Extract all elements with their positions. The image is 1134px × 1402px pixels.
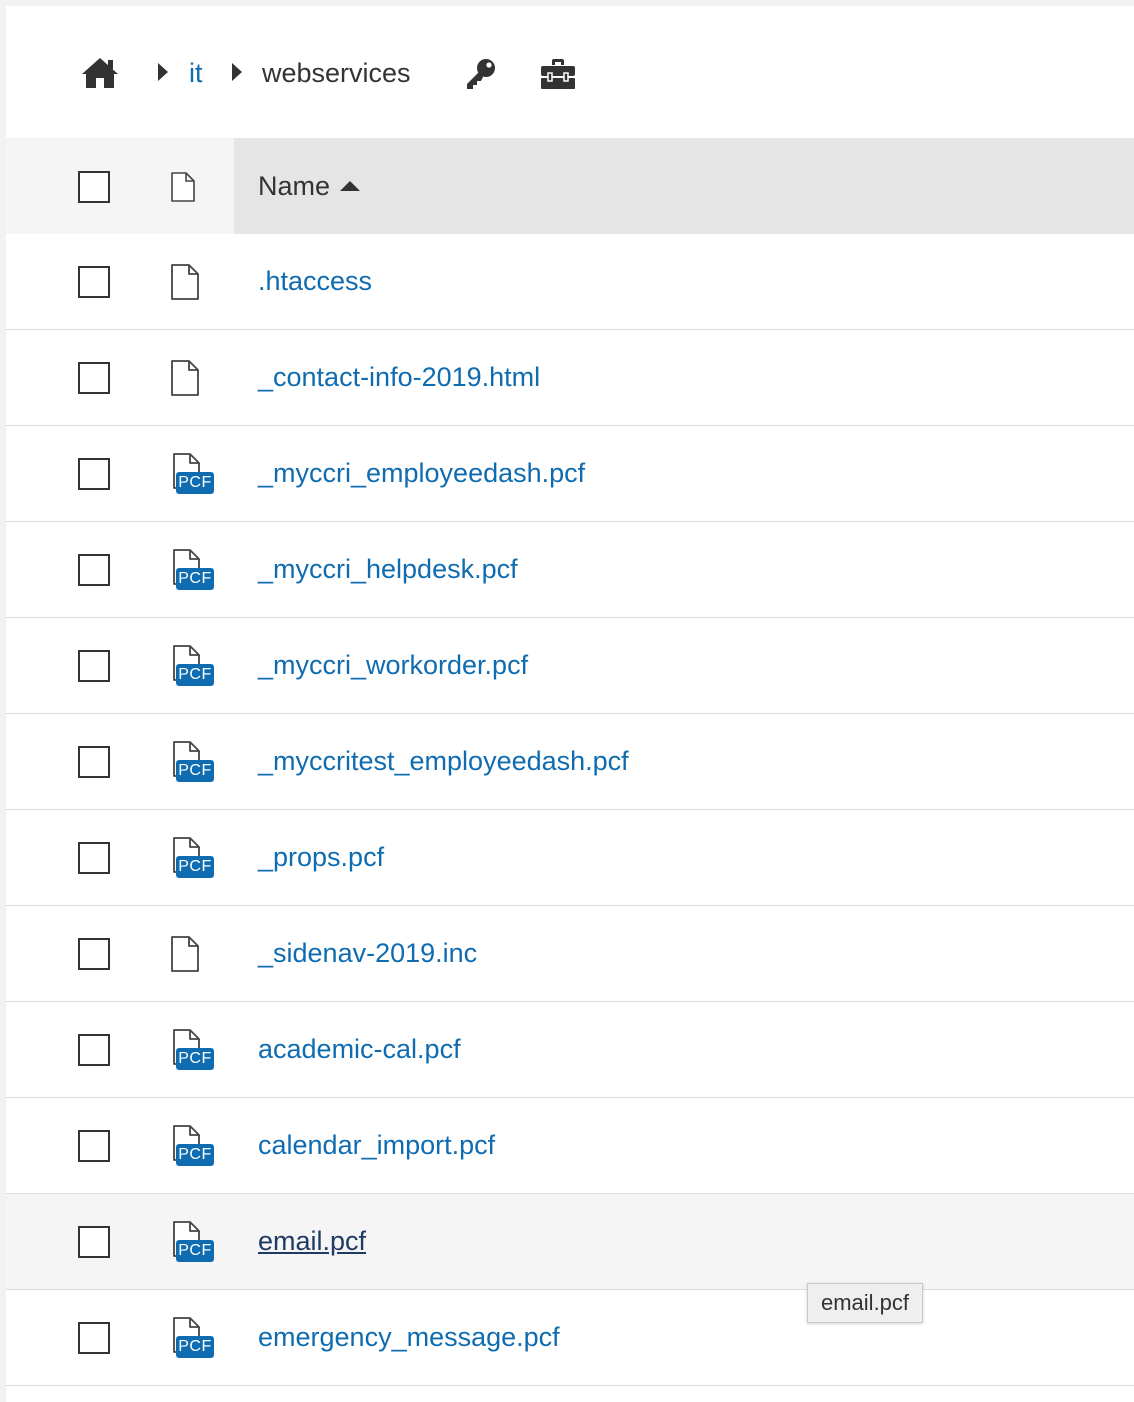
row-checkbox[interactable] [78,1322,110,1354]
table-row[interactable]: PCF academic-cal.pcf [6,1002,1134,1098]
file-name-link[interactable]: _myccri_employeedash.pcf [258,456,585,490]
pcf-file-icon: PCF [166,740,216,786]
row-checkbox[interactable] [78,1034,110,1066]
table-row[interactable]: PCF emergency_message.pcf [6,1290,1134,1386]
file-list: .htaccess _contact-info-2019.html PCF _mycc… [6,234,1134,1386]
row-checkbox[interactable] [78,1130,110,1162]
file-name-link[interactable]: .htaccess [258,264,372,298]
name-column-header[interactable]: Name [234,138,1134,234]
pcf-file-icon: PCF [166,1028,216,1074]
breadcrumb-current-folder: webservices [262,58,411,88]
table-row[interactable]: PCF _myccri_workorder.pcf [6,618,1134,714]
pcf-badge: PCF [176,760,214,782]
table-row[interactable]: PCF calendar_import.pcf [6,1098,1134,1194]
file-name-link[interactable]: _myccritest_employeedash.pcf [258,744,629,778]
pcf-badge: PCF [176,472,214,494]
file-name-link[interactable]: _contact-info-2019.html [258,360,540,394]
breadcrumb: it webservices [6,6,1134,138]
file-browser-panel: it webservices Name .htaccess _contact-i… [6,6,1134,1402]
row-checkbox[interactable] [78,842,110,874]
pcf-badge: PCF [176,1336,214,1358]
name-column-text: Name [258,171,331,201]
file-name-link[interactable]: calendar_import.pcf [258,1128,495,1162]
table-row[interactable]: PCF _myccri_helpdesk.pcf [6,522,1134,618]
row-checkbox[interactable] [78,362,110,394]
home-icon[interactable] [80,56,120,90]
row-checkbox[interactable] [78,650,110,682]
select-all-checkbox[interactable] [78,171,110,203]
file-icon [171,360,199,396]
table-row[interactable]: .htaccess [6,234,1134,330]
table-row[interactable]: _contact-info-2019.html [6,330,1134,426]
file-name-link[interactable]: email.pcf [258,1224,366,1258]
name-column-label: Name [258,169,361,203]
tooltip: email.pcf [807,1283,924,1323]
table-row[interactable]: PCF _myccritest_employeedash.pcf [6,714,1134,810]
file-name-link[interactable]: _myccri_helpdesk.pcf [258,552,518,586]
table-row[interactable]: PCF _props.pcf [6,810,1134,906]
file-table: Name .htaccess _contact-info-2019.html PCF… [6,138,1134,1386]
table-row[interactable]: _sidenav-2019.inc [6,906,1134,1002]
pcf-badge: PCF [176,1144,214,1166]
row-checkbox[interactable] [78,554,110,586]
file-name-link[interactable]: academic-cal.pcf [258,1032,461,1066]
pcf-badge: PCF [176,568,214,590]
table-row[interactable]: PCF email.pcf [6,1194,1134,1290]
breadcrumb-link-it[interactable]: it [189,56,203,90]
pcf-badge: PCF [176,1240,214,1262]
file-icon [171,172,195,202]
pcf-file-icon: PCF [166,836,216,882]
table-header: Name [6,138,1134,234]
row-checkbox[interactable] [78,746,110,778]
row-checkbox[interactable] [78,266,110,298]
row-checkbox[interactable] [78,938,110,970]
pcf-file-icon: PCF [166,452,216,498]
toolbox-icon[interactable] [540,58,576,90]
file-icon [171,264,199,300]
file-icon [171,936,199,972]
pcf-file-icon: PCF [166,548,216,594]
pcf-badge: PCF [176,1048,214,1070]
pcf-badge: PCF [176,664,214,686]
file-name-link[interactable]: _sidenav-2019.inc [258,936,477,970]
key-icon[interactable] [464,57,498,91]
file-name-link[interactable]: emergency_message.pcf [258,1320,560,1354]
caret-right-icon [158,63,168,81]
pcf-file-icon: PCF [166,1316,216,1362]
row-checkbox[interactable] [78,458,110,490]
caret-right-icon [232,63,242,81]
pcf-file-icon: PCF [166,644,216,690]
table-row[interactable]: PCF _myccri_employeedash.pcf [6,426,1134,522]
pcf-badge: PCF [176,856,214,878]
pcf-file-icon: PCF [166,1124,216,1170]
file-name-link[interactable]: _myccri_workorder.pcf [258,648,528,682]
sort-ascending-icon [340,181,361,191]
file-name-link[interactable]: _props.pcf [258,840,384,874]
pcf-file-icon: PCF [166,1220,216,1266]
row-checkbox[interactable] [78,1226,110,1258]
